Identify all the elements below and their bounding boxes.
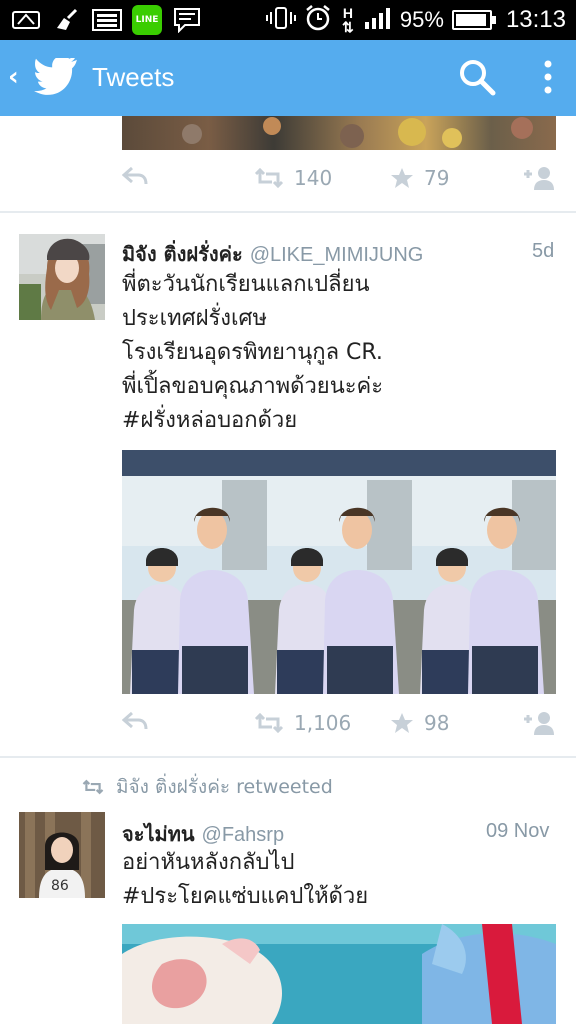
favorite-count: 79: [424, 166, 450, 190]
display-name: มิจัง ติ่งฝรั่งค่ะ: [122, 242, 243, 266]
line-app-icon: LINE: [132, 5, 162, 35]
divider: [0, 211, 576, 213]
favorite-count: 98: [424, 711, 450, 735]
cleaner-icon: [52, 7, 82, 33]
follow-icon[interactable]: [522, 711, 558, 735]
avatar[interactable]: 86: [19, 812, 105, 898]
retweet-icon: [82, 779, 104, 795]
retweet-count: 1,106: [294, 711, 352, 735]
user-handle: @Fahsrp: [201, 824, 285, 846]
retweeted-by: มิจัง ติ่งฝรั่งค่ะ retweeted: [82, 772, 333, 802]
vibrate-icon: [265, 6, 296, 35]
tweet-line: พี่เปิ้ลขอบคุณภาพด้วยนะค่ะ: [122, 374, 384, 399]
tweet-media-image[interactable]: [122, 116, 556, 150]
battery-percent: 95%: [399, 7, 444, 32]
tweet-text[interactable]: อย่าหันหลังกลับไป #ประโยคแซ่บแคปให้ด้วย: [122, 846, 368, 914]
app-bar: ‹ Tweets: [0, 40, 576, 116]
tweet-line: โรงเรียนอุดรพิทยานุกูล CR.: [122, 340, 383, 365]
overflow-menu-icon[interactable]: [540, 58, 556, 102]
clock: 13:13: [505, 6, 566, 33]
network-type-icon: H ⇅: [342, 5, 354, 35]
avatar[interactable]: [19, 234, 105, 320]
notification-icon: [12, 7, 42, 33]
tweet-line: อย่าหันหลังกลับไป: [122, 850, 295, 875]
retweet-button[interactable]: 1,106: [254, 711, 351, 735]
user-handle: @LIKE_MIMIJUNG: [249, 244, 424, 266]
status-bar: LINE H ⇅ 95% 13:13: [0, 0, 576, 40]
alarm-icon: [304, 4, 332, 37]
search-icon[interactable]: [458, 58, 496, 100]
hashtag-link[interactable]: #ประโยคแซ่บแคปให้ด้วย: [122, 880, 368, 914]
favorite-button[interactable]: 79: [390, 166, 449, 190]
retweeted-by-text: มิจัง ติ่งฝรั่งค่ะ retweeted: [116, 776, 333, 798]
divider: [0, 756, 576, 758]
retweet-count: 140: [294, 166, 333, 190]
page-title: Tweets: [92, 62, 175, 92]
tweet-timestamp: 09 Nov: [486, 820, 550, 842]
reply-icon[interactable]: [122, 711, 148, 731]
favorite-button[interactable]: 98: [390, 711, 449, 735]
tweet-line: ประเทศฝรั่งเศษ: [122, 306, 268, 331]
tweet-actions: 1,106 98: [120, 711, 560, 741]
tweet-media-image[interactable]: [122, 450, 556, 694]
retweet-button[interactable]: 140: [254, 166, 332, 190]
twitter-bird-icon[interactable]: [34, 55, 78, 100]
svg-text:86: 86: [51, 878, 69, 894]
reply-icon[interactable]: [122, 166, 148, 186]
follow-icon[interactable]: [522, 166, 558, 190]
hashtag-link[interactable]: #ฝรั่งหล่อบอกด้วย: [122, 404, 383, 438]
message-icon: [172, 7, 202, 33]
back-icon[interactable]: ‹: [8, 62, 19, 92]
signal-icon: [364, 6, 392, 35]
battery-icon: [451, 10, 496, 30]
tweet-author[interactable]: มิจัง ติ่งฝรั่งค่ะ @LIKE_MIMIJUNG: [122, 238, 423, 270]
tweet-line: พี่ตะวันนักเรียนแลกเปลี่ยน: [122, 272, 370, 297]
tweet-text[interactable]: พี่ตะวันนักเรียนแลกเปลี่ยน ประเทศฝรั่งเศ…: [122, 268, 383, 438]
tweet-media-image[interactable]: [122, 924, 556, 1024]
tweet-actions: 140 79: [120, 166, 560, 196]
display-name: จะไม่ทน: [122, 822, 195, 846]
image-icon: [92, 7, 122, 33]
tweet-timestamp: 5d: [532, 240, 555, 262]
